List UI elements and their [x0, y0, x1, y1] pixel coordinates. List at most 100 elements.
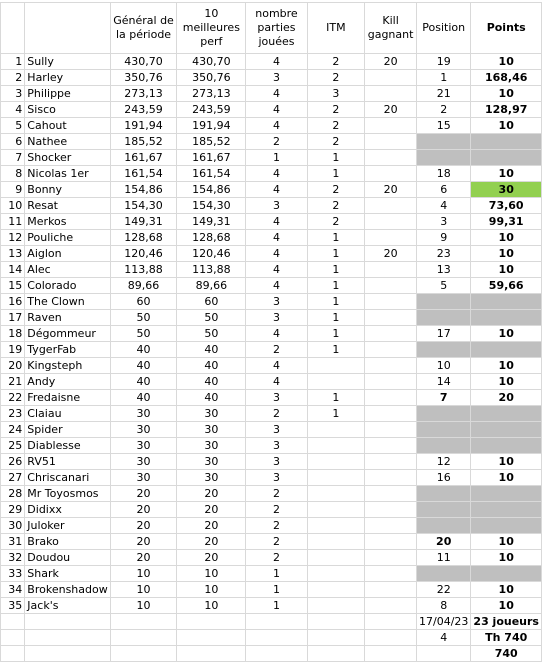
cell-position[interactable]: 6	[415, 181, 472, 198]
cell-position[interactable]	[415, 149, 472, 166]
cell-rank[interactable]: 17	[0, 309, 26, 326]
cell-points[interactable]: 10	[470, 325, 542, 342]
cell-position[interactable]	[415, 437, 472, 454]
cell-best10[interactable]: 30	[176, 437, 247, 454]
cell-best10[interactable]: 40	[176, 389, 247, 406]
cell-name[interactable]: Colorado	[24, 277, 111, 294]
cell-games[interactable]: 3	[245, 293, 308, 310]
cell-kill[interactable]	[364, 277, 417, 294]
cell-games[interactable]: 4	[245, 117, 308, 134]
cell-general[interactable]: 243,59	[109, 101, 178, 118]
cell-games[interactable]: 2	[245, 517, 308, 534]
cell-kill[interactable]	[364, 517, 417, 534]
cell-games[interactable]: 4	[245, 181, 308, 198]
cell-kill[interactable]	[364, 341, 417, 358]
cell-points[interactable]: 73,60	[470, 197, 542, 214]
cell-points[interactable]: 10	[470, 229, 542, 246]
empty-cell[interactable]	[24, 629, 111, 646]
cell-itm[interactable]: 2	[306, 133, 366, 150]
cell-best10[interactable]: 120,46	[176, 245, 247, 262]
cell-itm[interactable]	[306, 581, 366, 598]
cell-rank[interactable]: 7	[0, 149, 26, 166]
cell-kill[interactable]	[364, 581, 417, 598]
cell-position[interactable]	[415, 309, 472, 326]
cell-kill[interactable]: 20	[364, 245, 417, 262]
cell-best10[interactable]: 10	[176, 565, 247, 582]
cell-best10[interactable]: 149,31	[176, 213, 247, 230]
empty-cell[interactable]	[306, 645, 366, 662]
empty-cell[interactable]	[245, 613, 308, 630]
cell-games[interactable]: 2	[245, 405, 308, 422]
cell-name[interactable]: Fredaisne	[24, 389, 111, 406]
cell-best10[interactable]: 89,66	[176, 277, 247, 294]
cell-general[interactable]: 10	[109, 565, 178, 582]
cell-general[interactable]: 20	[109, 549, 178, 566]
cell-games[interactable]: 4	[245, 53, 308, 70]
cell-rank[interactable]: 3	[0, 85, 26, 102]
cell-points[interactable]: 10	[470, 165, 542, 182]
cell-rank[interactable]: 32	[0, 549, 26, 566]
cell-points[interactable]: 10	[470, 533, 542, 550]
cell-position[interactable]: 7	[415, 389, 472, 406]
cell-kill[interactable]	[364, 149, 417, 166]
cell-points[interactable]	[470, 293, 542, 310]
cell-name[interactable]: Doudou	[24, 549, 111, 566]
cell-best10[interactable]: 40	[176, 373, 247, 390]
cell-rank[interactable]: 1	[0, 53, 26, 70]
cell-general[interactable]: 154,30	[109, 197, 178, 214]
cell-itm[interactable]: 1	[306, 277, 366, 294]
cell-name[interactable]: Diablesse	[24, 437, 111, 454]
cell-itm[interactable]: 2	[306, 197, 366, 214]
cell-kill[interactable]	[364, 373, 417, 390]
cell-rank[interactable]: 35	[0, 597, 26, 614]
cell-games[interactable]: 2	[245, 549, 308, 566]
cell-general[interactable]: 430,70	[109, 53, 178, 70]
cell-kill[interactable]	[364, 597, 417, 614]
cell-position[interactable]	[415, 485, 472, 502]
empty-cell[interactable]	[24, 613, 111, 630]
cell-games[interactable]: 4	[245, 245, 308, 262]
cell-points[interactable]: 99,31	[470, 213, 542, 230]
cell-itm[interactable]	[306, 357, 366, 374]
footer-position[interactable]	[415, 645, 472, 662]
cell-points[interactable]: 30	[470, 181, 542, 198]
cell-kill[interactable]	[364, 261, 417, 278]
cell-name[interactable]: Brokenshadow	[24, 581, 111, 598]
cell-general[interactable]: 20	[109, 501, 178, 518]
footer-position[interactable]: 4	[415, 629, 472, 646]
cell-rank[interactable]: 8	[0, 165, 26, 182]
cell-rank[interactable]: 22	[0, 389, 26, 406]
cell-itm[interactable]: 3	[306, 85, 366, 102]
cell-best10[interactable]: 350,76	[176, 69, 247, 86]
cell-name[interactable]: The Clown	[24, 293, 111, 310]
cell-general[interactable]: 191,94	[109, 117, 178, 134]
cell-name[interactable]: Pouliche	[24, 229, 111, 246]
cell-rank[interactable]: 18	[0, 325, 26, 342]
cell-general[interactable]: 30	[109, 421, 178, 438]
cell-kill[interactable]: 20	[364, 53, 417, 70]
cell-rank[interactable]: 12	[0, 229, 26, 246]
header-name[interactable]	[24, 2, 111, 54]
cell-best10[interactable]: 10	[176, 597, 247, 614]
cell-kill[interactable]	[364, 293, 417, 310]
cell-points[interactable]: 10	[470, 53, 542, 70]
cell-best10[interactable]: 50	[176, 325, 247, 342]
cell-points[interactable]: 59,66	[470, 277, 542, 294]
cell-kill[interactable]: 20	[364, 101, 417, 118]
cell-position[interactable]: 15	[415, 117, 472, 134]
cell-position[interactable]	[415, 405, 472, 422]
cell-position[interactable]: 19	[415, 53, 472, 70]
cell-kill[interactable]	[364, 325, 417, 342]
empty-cell[interactable]	[245, 629, 308, 646]
cell-general[interactable]: 50	[109, 309, 178, 326]
cell-points[interactable]: 10	[470, 469, 542, 486]
cell-position[interactable]	[415, 341, 472, 358]
cell-itm[interactable]	[306, 453, 366, 470]
cell-general[interactable]: 161,54	[109, 165, 178, 182]
cell-position[interactable]	[415, 517, 472, 534]
cell-games[interactable]: 3	[245, 437, 308, 454]
cell-position[interactable]: 16	[415, 469, 472, 486]
cell-games[interactable]: 1	[245, 597, 308, 614]
cell-itm[interactable]: 2	[306, 53, 366, 70]
cell-best10[interactable]: 154,30	[176, 197, 247, 214]
